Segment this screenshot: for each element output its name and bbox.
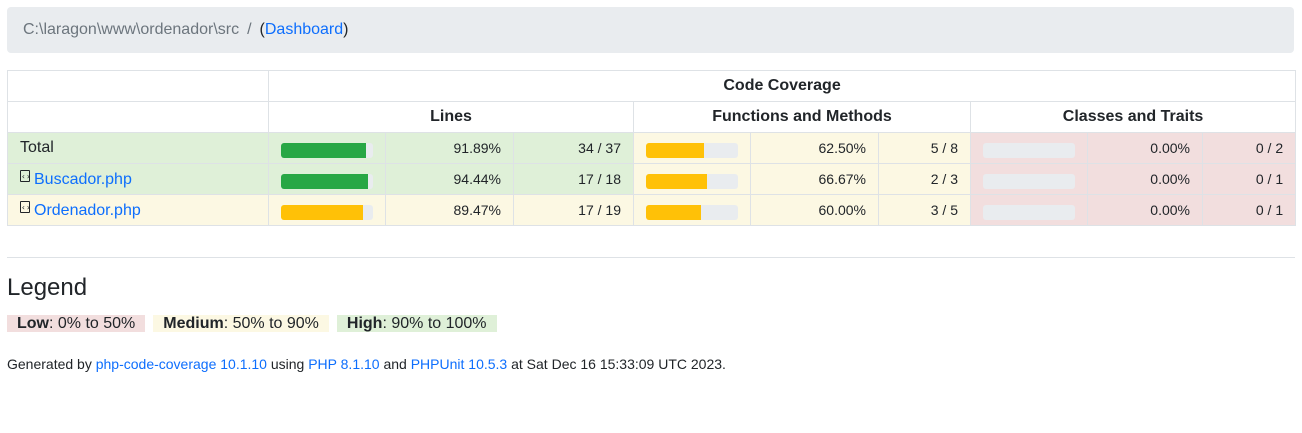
lines-progress-fill bbox=[281, 142, 366, 158]
lines-progress-bar bbox=[281, 204, 373, 220]
classes-progress-bar bbox=[983, 173, 1075, 189]
footer-and: and bbox=[379, 356, 411, 372]
table-row: ‹› Buscador.php 94.44% 17 / 18 66.67% 2 / 3 0.… bbox=[7, 163, 1297, 195]
legend-medium: Medium: 50% to 90% bbox=[153, 315, 329, 332]
header-blank bbox=[7, 70, 269, 102]
functions-progress-bar bbox=[646, 204, 738, 220]
dashboard-link[interactable]: Dashboard bbox=[265, 21, 343, 39]
classes-percent: 0.00% bbox=[1087, 132, 1203, 164]
total-label: Total bbox=[20, 139, 54, 156]
lines-percent: 89.47% bbox=[385, 194, 514, 226]
file-code-icon: ‹› bbox=[20, 169, 30, 182]
functions-progress-fill bbox=[646, 204, 702, 220]
functions-progress-fill bbox=[646, 173, 708, 189]
lines-bar-cell bbox=[268, 163, 386, 195]
header-blank-2 bbox=[7, 101, 269, 133]
phpunit-link[interactable]: PHPUnit 10.5.3 bbox=[411, 356, 508, 372]
functions-progress-bar bbox=[646, 142, 738, 158]
functions-bar-cell bbox=[633, 163, 751, 195]
legend-medium-label: Medium bbox=[163, 315, 224, 332]
legend-high-range: : 90% to 100% bbox=[382, 315, 487, 332]
legend-low: Low: 0% to 50% bbox=[7, 315, 146, 332]
classes-count: 0 / 1 bbox=[1201, 163, 1297, 195]
functions-percent: 66.67% bbox=[750, 163, 879, 195]
functions-progress-bar bbox=[646, 173, 738, 189]
legend-low-label: Low bbox=[17, 315, 49, 332]
header-code-coverage: Code Coverage bbox=[267, 70, 1297, 102]
classes-progress-bar bbox=[983, 204, 1075, 220]
row-name-cell: Total bbox=[7, 132, 269, 164]
legend-high-label: High bbox=[346, 315, 383, 332]
breadcrumb-close-paren: ) bbox=[343, 21, 349, 38]
legend-medium-range: : 50% to 90% bbox=[223, 315, 319, 332]
table-row: ‹› Ordenador.php 89.47% 17 / 19 60.00% 3 / 5 0… bbox=[7, 194, 1297, 226]
lines-count: 34 / 37 bbox=[513, 132, 634, 164]
file-code-icon: ‹› bbox=[20, 200, 30, 213]
divider bbox=[7, 257, 1295, 258]
php-link[interactable]: PHP 8.1.10 bbox=[308, 356, 379, 372]
lines-progress-fill bbox=[281, 173, 368, 189]
functions-percent: 62.50% bbox=[750, 132, 879, 164]
lines-percent: 94.44% bbox=[385, 163, 514, 195]
lines-bar-cell bbox=[268, 194, 386, 226]
classes-bar-cell bbox=[970, 132, 1088, 164]
legend-high: High: 90% to 100% bbox=[336, 315, 497, 332]
header-lines: Lines bbox=[268, 101, 634, 133]
breadcrumb-separator: / bbox=[247, 21, 252, 38]
classes-progress-bar bbox=[983, 142, 1075, 158]
lines-count: 17 / 19 bbox=[513, 194, 634, 226]
lines-progress-bar bbox=[281, 173, 373, 189]
classes-bar-cell bbox=[970, 194, 1088, 226]
functions-count: 5 / 8 bbox=[878, 132, 971, 164]
coverage-table: Code Coverage Lines Functions and Method… bbox=[7, 70, 1297, 226]
header-classes: Classes and Traits bbox=[969, 101, 1297, 133]
footer-using: using bbox=[266, 356, 309, 372]
legend-low-range: : 0% to 50% bbox=[49, 315, 136, 332]
lines-progress-bar bbox=[281, 142, 373, 158]
functions-bar-cell bbox=[633, 194, 751, 226]
classes-bar-cell bbox=[970, 163, 1088, 195]
table-row: Total 91.89% 34 / 37 62.50% 5 / 8 0.00% 0 / 2 bbox=[7, 132, 1297, 164]
breadcrumb-path: C:\laragon\www\ordenador\src bbox=[23, 21, 240, 38]
row-name-cell: ‹› Buscador.php bbox=[7, 163, 269, 195]
footer-timestamp: at Sat Dec 16 15:33:09 UTC 2023. bbox=[507, 356, 726, 372]
legend: Low: 0% to 50% Medium: 50% to 90% High: … bbox=[7, 315, 497, 332]
lines-percent: 91.89% bbox=[385, 132, 514, 164]
classes-count: 0 / 1 bbox=[1201, 194, 1297, 226]
classes-percent: 0.00% bbox=[1087, 163, 1203, 195]
breadcrumb: C:\laragon\www\ordenador\src / ( Dashboa… bbox=[7, 7, 1294, 53]
functions-count: 3 / 5 bbox=[878, 194, 971, 226]
functions-progress-fill bbox=[646, 142, 704, 158]
header-functions: Functions and Methods bbox=[633, 101, 971, 133]
functions-percent: 60.00% bbox=[750, 194, 879, 226]
file-link[interactable]: Ordenador.php bbox=[34, 202, 141, 219]
functions-count: 2 / 3 bbox=[878, 163, 971, 195]
lines-count: 17 / 18 bbox=[513, 163, 634, 195]
lines-bar-cell bbox=[268, 132, 386, 164]
php-code-coverage-link[interactable]: php-code-coverage 10.1.10 bbox=[96, 356, 267, 372]
legend-title: Legend bbox=[7, 274, 88, 301]
footer-generated-by: Generated by bbox=[7, 356, 96, 372]
classes-count: 0 / 2 bbox=[1201, 132, 1297, 164]
row-name-cell: ‹› Ordenador.php bbox=[7, 194, 269, 226]
lines-progress-fill bbox=[281, 204, 364, 220]
classes-percent: 0.00% bbox=[1087, 194, 1203, 226]
footer: Generated by php-code-coverage 10.1.10 u… bbox=[7, 356, 726, 372]
functions-bar-cell bbox=[633, 132, 751, 164]
file-link[interactable]: Buscador.php bbox=[34, 171, 132, 188]
